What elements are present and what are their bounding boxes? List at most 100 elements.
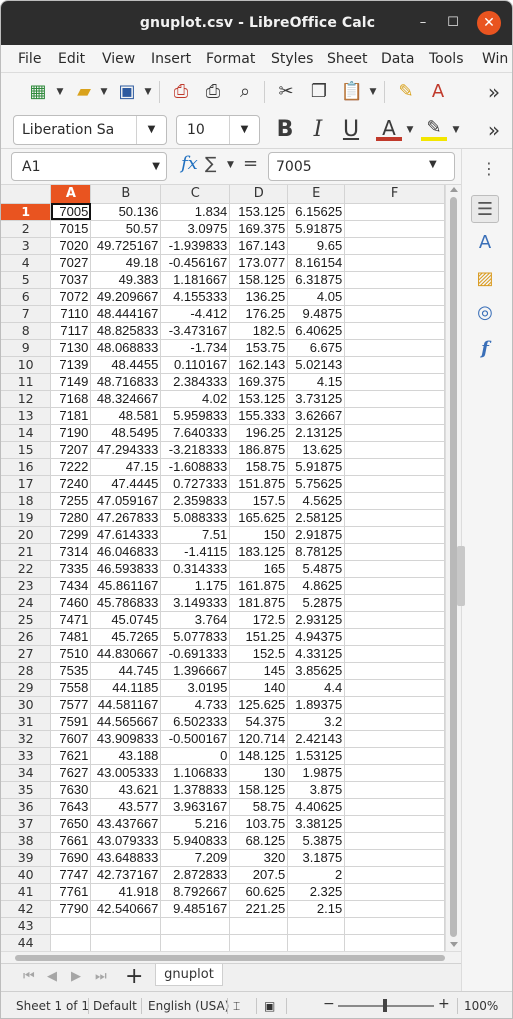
cell[interactable]	[344, 849, 445, 867]
font-color-icon[interactable]: A	[376, 117, 402, 141]
cell[interactable]: 7314	[50, 543, 92, 561]
menu-data[interactable]: Data	[381, 45, 414, 67]
cell[interactable]: 150	[229, 526, 289, 544]
cell[interactable]: 48.5495	[90, 424, 162, 442]
cell[interactable]: 6.502333	[160, 713, 231, 731]
column-header[interactable]: D	[229, 185, 289, 204]
cell[interactable]: 176.25	[229, 305, 289, 323]
sum-icon[interactable]: ∑	[205, 154, 216, 174]
cell[interactable]: 4.8625	[287, 577, 346, 595]
cell[interactable]: 42.737167	[90, 866, 162, 884]
cell[interactable]: 7630	[50, 781, 92, 799]
cell[interactable]: 48.444167	[90, 305, 162, 323]
cell[interactable]	[344, 730, 445, 748]
cell[interactable]: 43.621	[90, 781, 162, 799]
properties-icon[interactable]: ☰	[471, 195, 499, 223]
cell[interactable]: 151.25	[229, 628, 289, 646]
cell[interactable]	[344, 645, 445, 663]
selected-cell[interactable]: 7005	[50, 203, 92, 221]
cell[interactable]: 1.181667	[160, 271, 231, 289]
cell[interactable]: 9.4875	[287, 305, 346, 323]
cell[interactable]	[160, 934, 231, 951]
cell[interactable]: 7299	[50, 526, 92, 544]
row-header[interactable]: 28	[1, 662, 52, 680]
cell[interactable]	[160, 917, 231, 935]
last-sheet-icon[interactable]: ⏭	[95, 969, 107, 984]
cell[interactable]: -4.412	[160, 305, 231, 323]
cell[interactable]: 5.91875	[287, 458, 346, 476]
add-sheet-button[interactable]: +	[125, 966, 143, 988]
font-name-dropdown-icon[interactable]: ▼	[136, 116, 166, 144]
font-name-box[interactable]: Liberation Sa ▼	[13, 115, 167, 145]
cell[interactable]	[344, 322, 445, 340]
cell[interactable]: 3.38125	[287, 815, 346, 833]
scroll-down-icon[interactable]	[450, 942, 458, 947]
row-header[interactable]: 33	[1, 747, 52, 765]
next-sheet-icon[interactable]: ▶	[71, 969, 81, 984]
cell[interactable]: -1.939833	[160, 237, 231, 255]
cell[interactable]: 5.91875	[287, 220, 346, 238]
cell[interactable]: 7015	[50, 220, 92, 238]
cell[interactable]: 46.593833	[90, 560, 162, 578]
cell[interactable]	[344, 475, 445, 493]
cell[interactable]: 2.325	[287, 883, 346, 901]
cell[interactable]: 44.565667	[90, 713, 162, 731]
cell[interactable]: 7139	[50, 356, 92, 374]
row-header[interactable]: 2	[1, 220, 52, 238]
cell[interactable]: 7117	[50, 322, 92, 340]
font-color-dropdown-icon[interactable]: ▼	[405, 124, 415, 136]
row-header[interactable]: 27	[1, 645, 52, 663]
cell[interactable]: 173.077	[229, 254, 289, 272]
expand-formula-bar-icon[interactable]: ▼	[429, 159, 437, 170]
cell[interactable]: 182.5	[229, 322, 289, 340]
cell[interactable]: -0.691333	[160, 645, 231, 663]
cell[interactable]: 186.875	[229, 441, 289, 459]
cell[interactable]: 42.540667	[90, 900, 162, 918]
cell[interactable]	[344, 424, 445, 442]
cell[interactable]: 44.581167	[90, 696, 162, 714]
maximize-button[interactable]: ☐	[443, 13, 463, 33]
cell[interactable]: 54.375	[229, 713, 289, 731]
row-header[interactable]: 43	[1, 917, 52, 935]
name-box-dropdown-icon[interactable]: ▼	[152, 153, 160, 180]
cell[interactable]: 7535	[50, 662, 92, 680]
cell[interactable]: 7.51	[160, 526, 231, 544]
cell[interactable]: 2.93125	[287, 611, 346, 629]
cell[interactable]: 5.077833	[160, 628, 231, 646]
cell[interactable]: 152.5	[229, 645, 289, 663]
cell[interactable]: 207.5	[229, 866, 289, 884]
cell[interactable]: 8.16154	[287, 254, 346, 272]
row-header[interactable]: 10	[1, 356, 52, 374]
cell[interactable]: 4.40625	[287, 798, 346, 816]
cell[interactable]	[229, 934, 289, 951]
cell[interactable]: 3.73125	[287, 390, 346, 408]
row-header[interactable]: 16	[1, 458, 52, 476]
cell[interactable]: 7661	[50, 832, 92, 850]
cell[interactable]: 68.125	[229, 832, 289, 850]
cell[interactable]: 5.216	[160, 815, 231, 833]
cell[interactable]: 6.31875	[287, 271, 346, 289]
row-header[interactable]: 40	[1, 866, 52, 884]
row-header[interactable]: 26	[1, 628, 52, 646]
print-icon[interactable]: ⎙	[200, 79, 226, 105]
row-header[interactable]: 14	[1, 424, 52, 442]
cell[interactable]: 1.89375	[287, 696, 346, 714]
gallery-icon[interactable]: ▨	[471, 265, 499, 293]
select-all-corner[interactable]	[1, 185, 52, 204]
cell[interactable]	[344, 900, 445, 918]
cell[interactable]: 7790	[50, 900, 92, 918]
cell[interactable]: 3.1875	[287, 849, 346, 867]
cell[interactable]: 48.068833	[90, 339, 162, 357]
cell[interactable]: 6.40625	[287, 322, 346, 340]
open-folder-icon[interactable]: ▰	[71, 79, 97, 105]
row-header[interactable]: 30	[1, 696, 52, 714]
row-header[interactable]: 5	[1, 271, 52, 289]
cell[interactable]: 6.15625	[287, 203, 346, 221]
cell[interactable]: 3.0975	[160, 220, 231, 238]
cell[interactable]: 7.209	[160, 849, 231, 867]
cell[interactable]: 5.3875	[287, 832, 346, 850]
new-dropdown-icon[interactable]: ▼	[55, 86, 65, 98]
cell[interactable]: 50.57	[90, 220, 162, 238]
cell[interactable]	[344, 832, 445, 850]
cell[interactable]	[50, 917, 92, 935]
